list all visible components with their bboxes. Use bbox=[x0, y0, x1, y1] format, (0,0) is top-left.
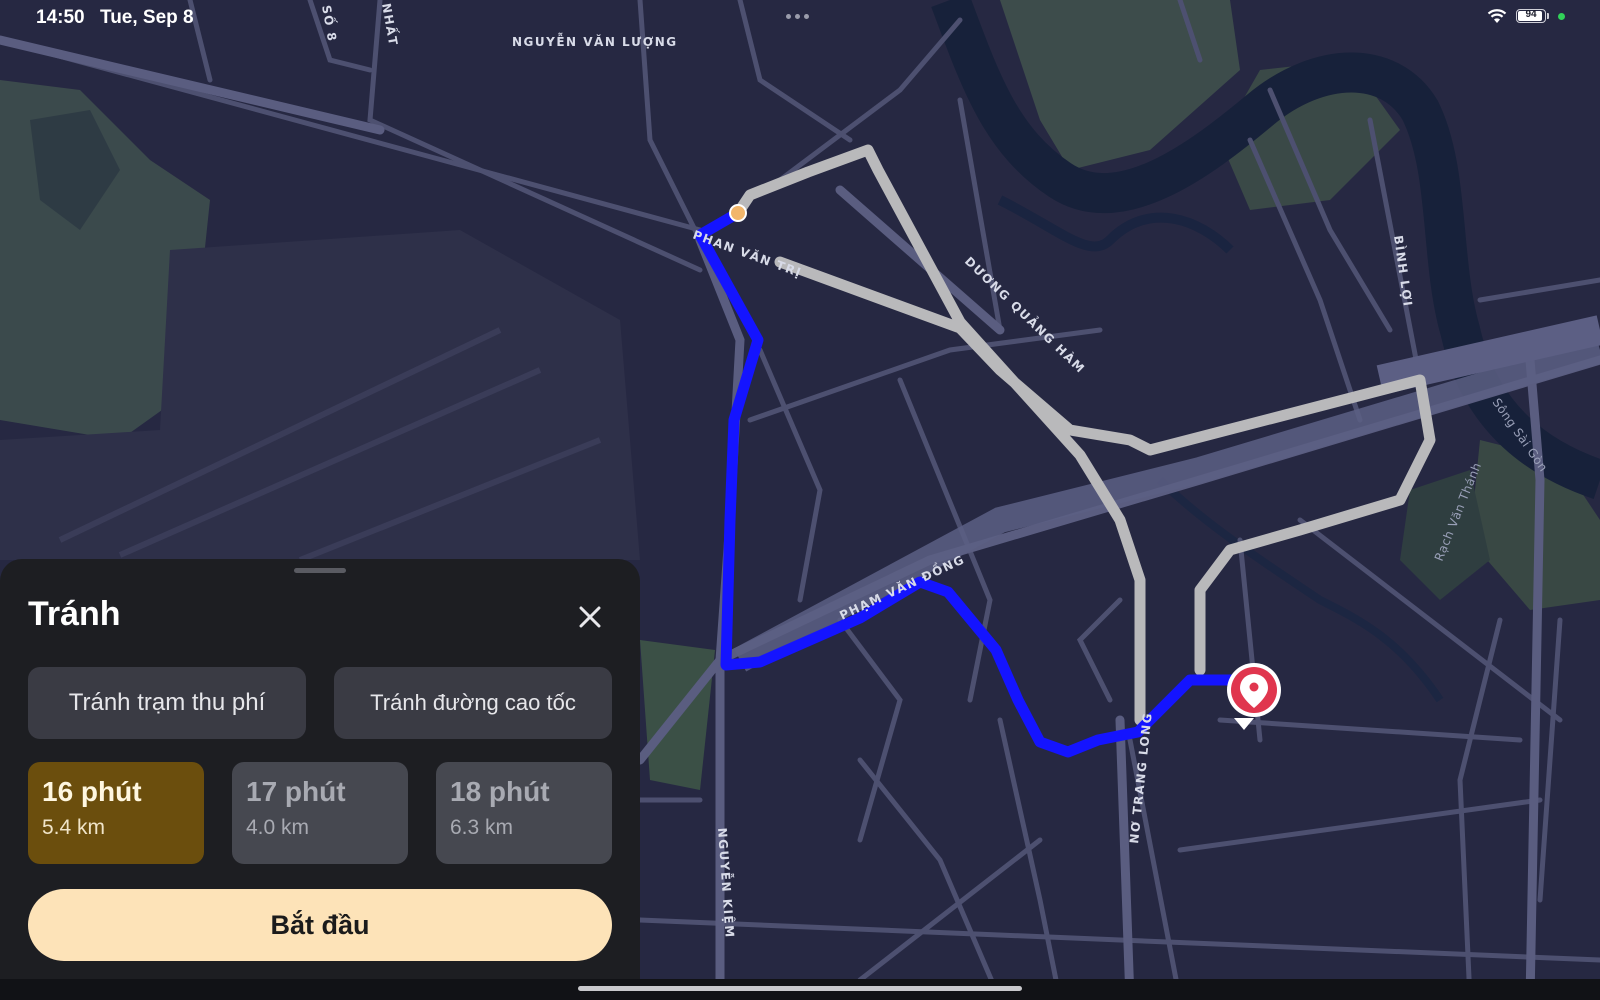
sheet-title: Tránh bbox=[28, 595, 121, 633]
route-distance: 6.3 km bbox=[450, 816, 514, 839]
close-button[interactable] bbox=[572, 599, 608, 635]
status-time: 14:50 bbox=[36, 7, 85, 28]
route-option-1[interactable]: 16 phút 5.4 km bbox=[28, 762, 204, 864]
route-option-2[interactable]: 17 phút 4.0 km bbox=[232, 762, 408, 864]
home-indicator[interactable] bbox=[578, 986, 1022, 991]
start-navigation-button[interactable]: Bắt đầu bbox=[28, 889, 612, 961]
multitasking-icon[interactable] bbox=[786, 14, 809, 19]
status-bar: 14:50 Tue, Sep 8 94 bbox=[0, 0, 1600, 36]
sheet-grabber[interactable] bbox=[294, 568, 346, 573]
close-icon bbox=[579, 606, 601, 628]
route-time: 18 phút bbox=[450, 776, 550, 807]
origin-marker[interactable] bbox=[729, 204, 747, 222]
avoid-highways-label: Tránh đường cao tốc bbox=[370, 690, 576, 715]
route-distance: 5.4 km bbox=[42, 816, 106, 839]
avoid-highways-button[interactable]: Tránh đường cao tốc bbox=[334, 667, 612, 739]
route-time: 16 phút bbox=[42, 776, 142, 807]
mic-indicator-icon bbox=[1558, 13, 1565, 20]
avoid-tolls-button[interactable]: Tránh trạm thu phí bbox=[28, 667, 306, 739]
status-date: Tue, Sep 8 bbox=[100, 7, 194, 28]
avoid-tolls-label: Tránh trạm thu phí bbox=[68, 689, 266, 716]
route-distance: 4.0 km bbox=[246, 816, 310, 839]
battery-cap bbox=[1547, 13, 1549, 19]
start-label: Bắt đầu bbox=[270, 909, 370, 940]
route-time: 17 phút bbox=[246, 776, 346, 807]
route-option-3[interactable]: 18 phút 6.3 km bbox=[436, 762, 612, 864]
battery-percentage: 94 bbox=[1525, 9, 1537, 20]
avoid-options-sheet: Tránh Tránh trạm thu phí Tránh đường cao… bbox=[0, 559, 640, 979]
wifi-icon bbox=[1487, 9, 1507, 23]
battery-icon: 94 bbox=[1516, 9, 1546, 23]
